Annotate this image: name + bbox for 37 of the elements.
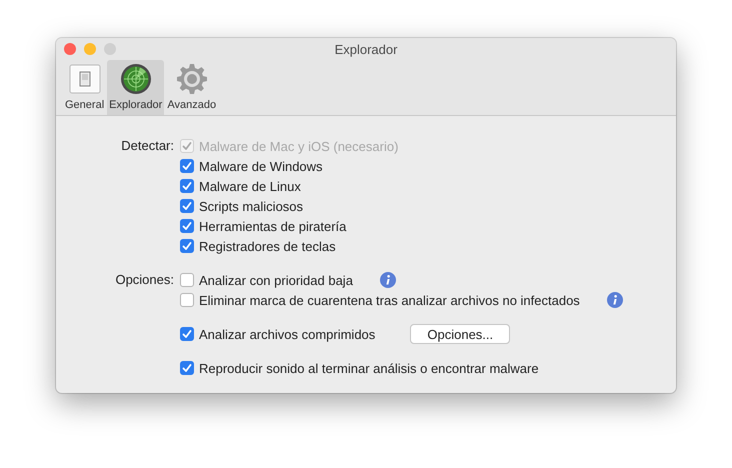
toolbar-tab[interactable]: Avanzado bbox=[165, 60, 218, 115]
checkbox-label: Analizar archivos comprimidos bbox=[199, 326, 376, 342]
checkbox-label: Analizar con prioridad baja bbox=[199, 272, 353, 288]
section-label: Opciones: bbox=[114, 271, 175, 289]
checkbox[interactable] bbox=[180, 179, 194, 193]
checkbox[interactable] bbox=[180, 199, 194, 213]
checkbox[interactable] bbox=[180, 293, 194, 307]
gear-icon bbox=[176, 63, 208, 95]
checkmark-icon bbox=[181, 362, 193, 374]
checkbox-label: Herramientas de piratería bbox=[199, 218, 346, 234]
checkbox-label: Malware de Windows bbox=[199, 158, 323, 174]
checkmark-icon bbox=[181, 328, 193, 340]
close-button[interactable] bbox=[64, 43, 76, 55]
toolbar-tab[interactable]: General bbox=[63, 60, 106, 115]
checkbox[interactable] bbox=[180, 239, 194, 253]
options-button[interactable]: Opciones... bbox=[410, 324, 510, 344]
checkbox-label: Malware de Mac y iOS (necesario) bbox=[199, 138, 398, 154]
toolbar-tab[interactable]: Explorador bbox=[107, 60, 164, 115]
checkbox-label: Reproducir sonido al terminar análisis o encontrar malware bbox=[199, 360, 539, 376]
window-title: Explorador bbox=[334, 42, 398, 56]
window-icon bbox=[68, 63, 101, 95]
section-label: Detectar: bbox=[120, 137, 175, 155]
checkbox[interactable] bbox=[180, 219, 194, 233]
checkmark-icon bbox=[181, 160, 193, 172]
checkbox-label: Scripts maliciosos bbox=[199, 198, 304, 214]
radar-icon bbox=[120, 63, 152, 95]
checkmark-icon bbox=[181, 240, 193, 252]
checkbox-label: Eliminar marca de cuarentena tras analizar archivos no infectados bbox=[199, 292, 580, 308]
checkmark-icon bbox=[181, 220, 193, 232]
checkbox[interactable] bbox=[180, 273, 194, 287]
checkbox[interactable] bbox=[180, 361, 194, 375]
checkmark-icon bbox=[181, 200, 193, 212]
checkbox-label: Malware de Linux bbox=[199, 178, 301, 194]
checkbox[interactable] bbox=[180, 327, 194, 341]
checkbox[interactable] bbox=[180, 159, 194, 173]
checkmark-icon bbox=[181, 180, 193, 192]
checkbox-label: Registradores de teclas bbox=[199, 238, 336, 254]
